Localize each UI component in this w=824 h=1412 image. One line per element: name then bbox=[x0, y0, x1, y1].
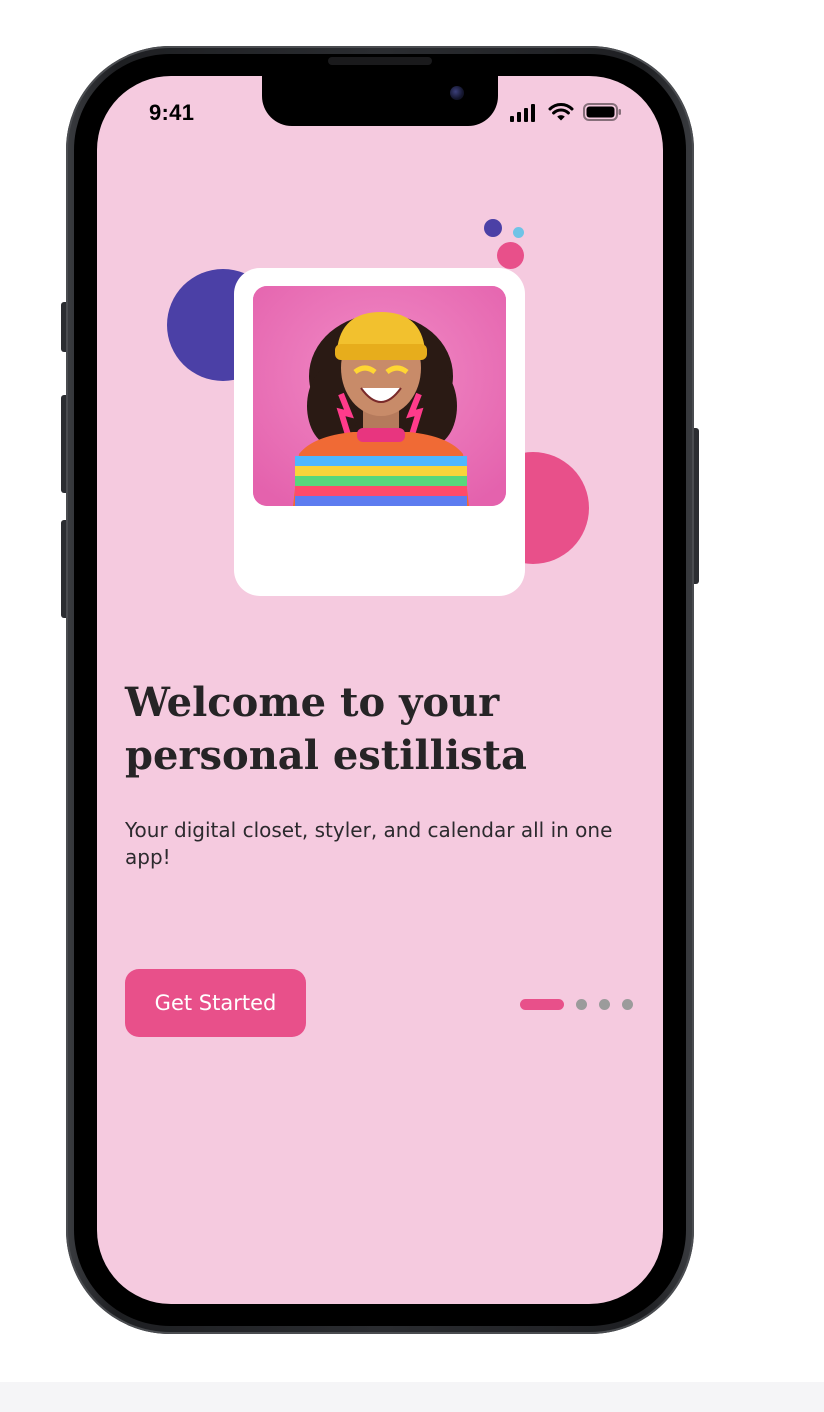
cellular-signal-icon bbox=[510, 104, 535, 122]
get-started-button[interactable]: Get Started bbox=[125, 969, 306, 1037]
welcome-subtitle: Your digital closet, styler, and calenda… bbox=[125, 818, 613, 869]
page-bottom-band bbox=[0, 1382, 824, 1412]
pager-dot-active[interactable] bbox=[520, 998, 564, 1010]
onboarding-pager[interactable] bbox=[520, 998, 633, 1010]
decor-dot-indigo bbox=[484, 219, 502, 237]
app-screen: 9:41 Welcome to your personal estillista… bbox=[97, 76, 663, 1304]
notch bbox=[262, 76, 498, 126]
hero-photo bbox=[253, 286, 506, 506]
earpiece-speaker bbox=[328, 57, 432, 65]
welcome-headline: Welcome to your personal estillista bbox=[125, 679, 527, 779]
smiling-woman-photo bbox=[253, 286, 506, 506]
decor-dot-blue bbox=[513, 227, 524, 238]
pager-dot[interactable] bbox=[622, 998, 633, 1010]
status-icons bbox=[509, 102, 629, 124]
status-time: 9:41 bbox=[149, 100, 195, 125]
decor-dot-pink bbox=[497, 242, 524, 269]
battery-icon bbox=[583, 103, 621, 121]
front-camera-icon bbox=[450, 86, 464, 100]
pager-dot[interactable] bbox=[576, 998, 587, 1010]
wifi-icon bbox=[548, 102, 574, 121]
pager-dot[interactable] bbox=[599, 998, 610, 1010]
hero-photo-card bbox=[234, 268, 525, 596]
